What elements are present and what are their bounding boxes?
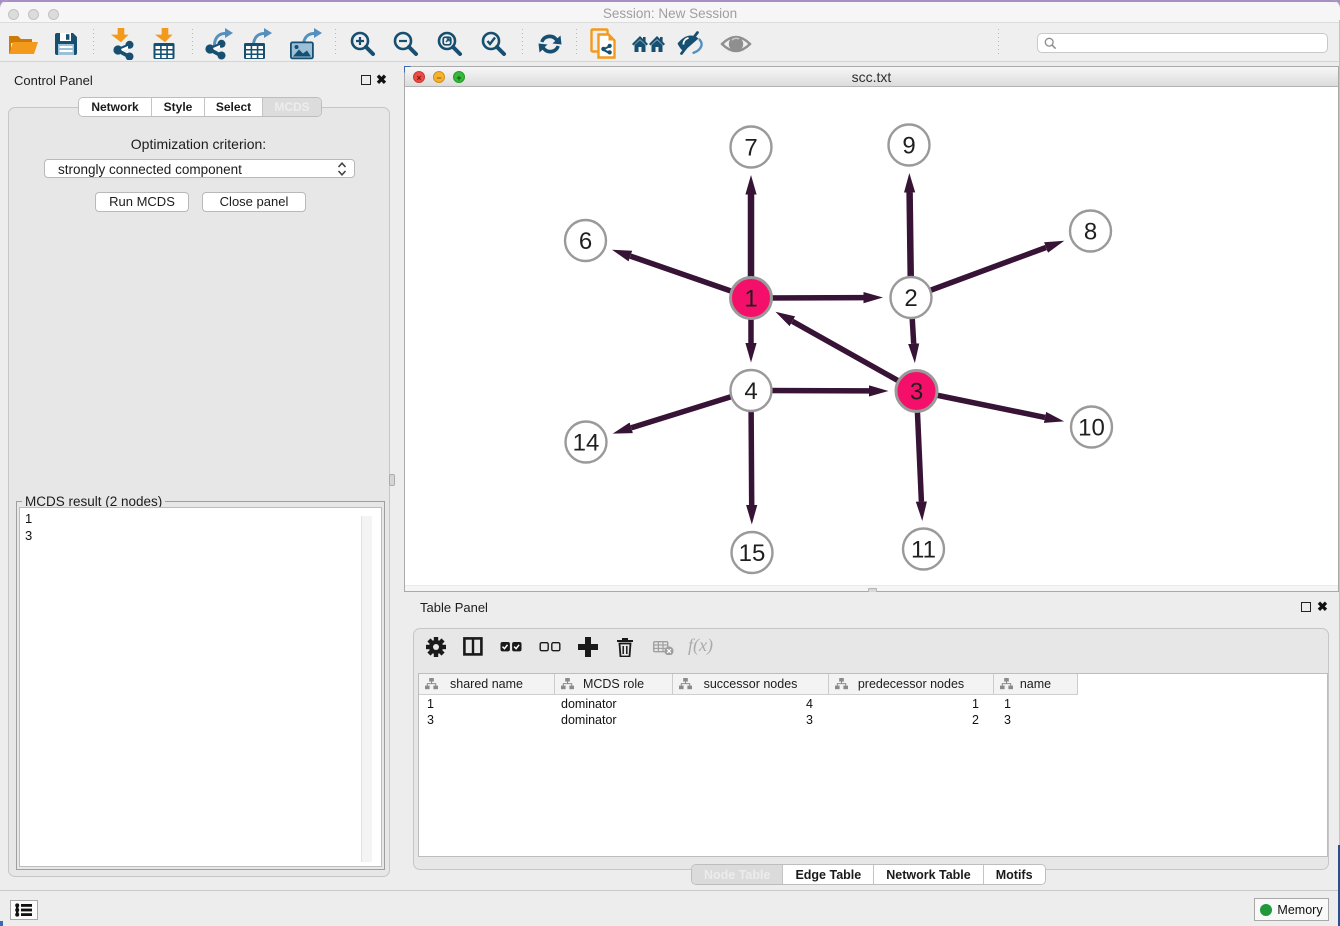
svg-text:10: 10 [1078,415,1105,442]
svg-text:4: 4 [744,378,757,405]
svg-text:11: 11 [911,537,936,564]
svg-text:1: 1 [744,286,757,313]
svg-text:14: 14 [573,430,600,457]
svg-text:15: 15 [739,540,766,567]
svg-text:2: 2 [904,285,917,312]
svg-text:7: 7 [744,135,757,162]
svg-text:3: 3 [910,379,923,406]
svg-text:6: 6 [579,228,592,255]
svg-text:8: 8 [1084,219,1097,246]
svg-text:f(x): f(x) [688,636,713,656]
svg-text:9: 9 [902,133,915,160]
